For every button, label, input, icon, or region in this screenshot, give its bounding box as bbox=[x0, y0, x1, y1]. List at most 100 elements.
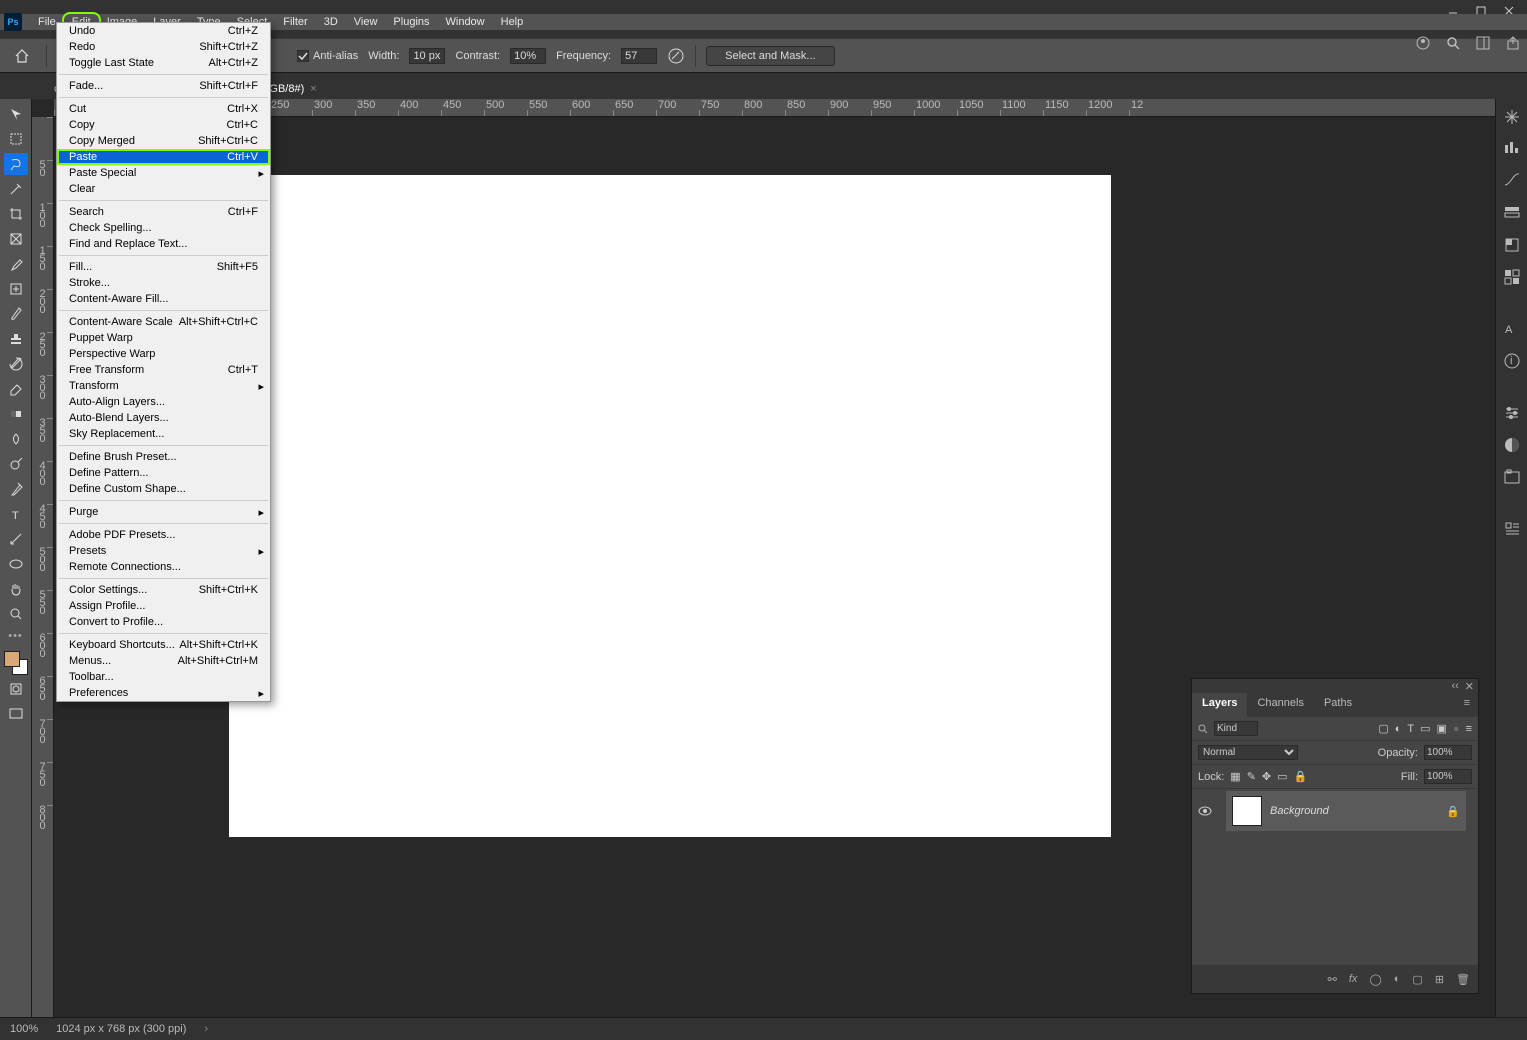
filter-shape-icon[interactable]: ▭ bbox=[1420, 722, 1430, 735]
menu-item-paste-special[interactable]: Paste Special▸ bbox=[57, 165, 270, 181]
canvas[interactable] bbox=[229, 175, 1111, 837]
menu-filter[interactable]: Filter bbox=[275, 14, 315, 30]
zoom-tool[interactable] bbox=[4, 603, 28, 625]
contrast-input[interactable] bbox=[510, 48, 546, 64]
filter-image-icon[interactable]: ▢ bbox=[1378, 722, 1388, 735]
pen-tool[interactable] bbox=[4, 478, 28, 500]
share-icon[interactable] bbox=[1505, 35, 1521, 51]
shape-tool[interactable] bbox=[4, 553, 28, 575]
adjustments-panel-icon[interactable] bbox=[1502, 403, 1522, 423]
lock-image-icon[interactable]: ✎ bbox=[1247, 770, 1256, 783]
brightness-panel-icon[interactable] bbox=[1502, 107, 1522, 127]
menu-item-remote-connections-[interactable]: Remote Connections... bbox=[57, 559, 270, 575]
properties-panel-icon[interactable] bbox=[1502, 519, 1522, 539]
visibility-icon[interactable] bbox=[1198, 804, 1212, 818]
frequency-input[interactable] bbox=[621, 48, 657, 64]
panel-menu-icon[interactable]: ≡ bbox=[1466, 723, 1472, 735]
search-icon[interactable] bbox=[1445, 35, 1461, 51]
menu-item-color-settings-[interactable]: Color Settings...Shift+Ctrl+K bbox=[57, 582, 270, 598]
history2-panel-icon[interactable] bbox=[1502, 551, 1522, 571]
wand-tool[interactable] bbox=[4, 178, 28, 200]
menu-item-perspective-warp[interactable]: Perspective Warp bbox=[57, 346, 270, 362]
menu-item-fill-[interactable]: Fill...Shift+F5 bbox=[57, 259, 270, 275]
menu-item-toolbar-[interactable]: Toolbar... bbox=[57, 669, 270, 685]
home-icon[interactable] bbox=[8, 42, 36, 70]
heal-tool[interactable] bbox=[4, 278, 28, 300]
pen-pressure-icon[interactable] bbox=[667, 47, 685, 65]
menu-item-undo[interactable]: UndoCtrl+Z bbox=[57, 23, 270, 39]
character-panel-icon[interactable]: A bbox=[1502, 319, 1522, 339]
panel-collapse-icon[interactable]: ‹‹ bbox=[1451, 680, 1458, 692]
menu-item-sky-replacement-[interactable]: Sky Replacement... bbox=[57, 426, 270, 442]
curves-panel-icon[interactable] bbox=[1502, 171, 1522, 191]
menu-item-content-aware-fill-[interactable]: Content-Aware Fill... bbox=[57, 291, 270, 307]
menu-3d[interactable]: 3D bbox=[316, 14, 346, 30]
lock-transparent-icon[interactable]: ▦ bbox=[1230, 770, 1240, 783]
lock-all-icon[interactable]: 🔒 bbox=[1294, 770, 1308, 783]
lock-artboard-icon[interactable]: ▭ bbox=[1277, 770, 1287, 783]
path-tool[interactable] bbox=[4, 528, 28, 550]
menu-item-define-pattern-[interactable]: Define Pattern... bbox=[57, 465, 270, 481]
frame-tool[interactable] bbox=[4, 228, 28, 250]
screenmode-icon[interactable] bbox=[4, 703, 28, 725]
blend-mode-select[interactable]: Normal bbox=[1198, 745, 1298, 760]
menu-item-menus-[interactable]: Menus...Alt+Shift+Ctrl+M bbox=[57, 653, 270, 669]
fill-input[interactable] bbox=[1424, 769, 1472, 784]
group-icon[interactable]: ▢ bbox=[1412, 973, 1422, 986]
blur-tool[interactable] bbox=[4, 428, 28, 450]
filter-text-icon[interactable]: T bbox=[1407, 723, 1414, 735]
menu-item-stroke-[interactable]: Stroke... bbox=[57, 275, 270, 291]
workspace-icon[interactable] bbox=[1475, 35, 1491, 51]
menu-item-keyboard-shortcuts-[interactable]: Keyboard Shortcuts...Alt+Shift+Ctrl+K bbox=[57, 637, 270, 653]
filter-adjust-icon[interactable]: ◐ bbox=[1395, 723, 1402, 735]
fx-icon[interactable]: fx bbox=[1349, 973, 1358, 985]
info-panel-icon[interactable]: i bbox=[1502, 351, 1522, 371]
crop-tool[interactable] bbox=[4, 203, 28, 225]
brush-tool[interactable] bbox=[4, 303, 28, 325]
menu-item-auto-blend-layers-[interactable]: Auto-Blend Layers... bbox=[57, 410, 270, 426]
layer-filter-input[interactable] bbox=[1214, 721, 1258, 736]
delete-icon[interactable]: 🗑 bbox=[1456, 973, 1470, 986]
color-swatch[interactable] bbox=[4, 651, 28, 675]
menu-view[interactable]: View bbox=[346, 14, 386, 30]
menu-item-convert-to-profile-[interactable]: Convert to Profile... bbox=[57, 614, 270, 630]
cloud-icon[interactable] bbox=[1415, 35, 1431, 51]
move-tool[interactable] bbox=[4, 103, 28, 125]
layer-name[interactable]: Background bbox=[1270, 805, 1329, 817]
history-tool[interactable] bbox=[4, 353, 28, 375]
menu-item-redo[interactable]: RedoShift+Ctrl+Z bbox=[57, 39, 270, 55]
lasso-tool[interactable] bbox=[4, 153, 28, 175]
gradient-tool[interactable] bbox=[4, 403, 28, 425]
menu-item-content-aware-scale[interactable]: Content-Aware ScaleAlt+Shift+Ctrl+C bbox=[57, 314, 270, 330]
eraser-tool[interactable] bbox=[4, 378, 28, 400]
levels-panel-icon[interactable] bbox=[1502, 139, 1522, 159]
quickmask-icon[interactable] bbox=[4, 678, 28, 700]
filter-toggle-icon[interactable]: ● bbox=[1453, 723, 1460, 735]
layer-row[interactable]: Background 🔒 bbox=[1226, 791, 1466, 831]
menu-item-adobe-pdf-presets-[interactable]: Adobe PDF Presets... bbox=[57, 527, 270, 543]
panel-menu-icon[interactable]: ≡ bbox=[1456, 693, 1478, 717]
select-and-mask-button[interactable]: Select and Mask... bbox=[706, 46, 835, 66]
menu-item-search[interactable]: SearchCtrl+F bbox=[57, 204, 270, 220]
new-layer-icon[interactable]: ⊞ bbox=[1435, 973, 1444, 986]
menu-item-preferences[interactable]: Preferences▸ bbox=[57, 685, 270, 701]
antialias-check[interactable]: Anti-alias bbox=[297, 50, 358, 62]
menu-item-transform[interactable]: Transform▸ bbox=[57, 378, 270, 394]
menu-item-puppet-warp[interactable]: Puppet Warp bbox=[57, 330, 270, 346]
stamp-tool[interactable] bbox=[4, 328, 28, 350]
mask-icon[interactable]: ◯ bbox=[1369, 973, 1381, 986]
menu-item-assign-profile-[interactable]: Assign Profile... bbox=[57, 598, 270, 614]
menu-item-presets[interactable]: Presets▸ bbox=[57, 543, 270, 559]
zoom-level[interactable]: 100% bbox=[10, 1023, 38, 1035]
menu-help[interactable]: Help bbox=[493, 14, 532, 30]
marquee-tool[interactable] bbox=[4, 128, 28, 150]
panel-close-icon[interactable]: ✕ bbox=[1465, 680, 1474, 693]
panel-tab-layers[interactable]: Layers bbox=[1192, 693, 1247, 717]
menu-item-find-and-replace-text-[interactable]: Find and Replace Text... bbox=[57, 236, 270, 252]
type-tool[interactable]: T bbox=[4, 503, 28, 525]
libraries-panel-icon[interactable] bbox=[1502, 467, 1522, 487]
channel-panel-icon[interactable] bbox=[1502, 203, 1522, 223]
menu-plugins[interactable]: Plugins bbox=[385, 14, 437, 30]
menu-item-clear[interactable]: Clear bbox=[57, 181, 270, 197]
styles-panel-icon[interactable] bbox=[1502, 435, 1522, 455]
